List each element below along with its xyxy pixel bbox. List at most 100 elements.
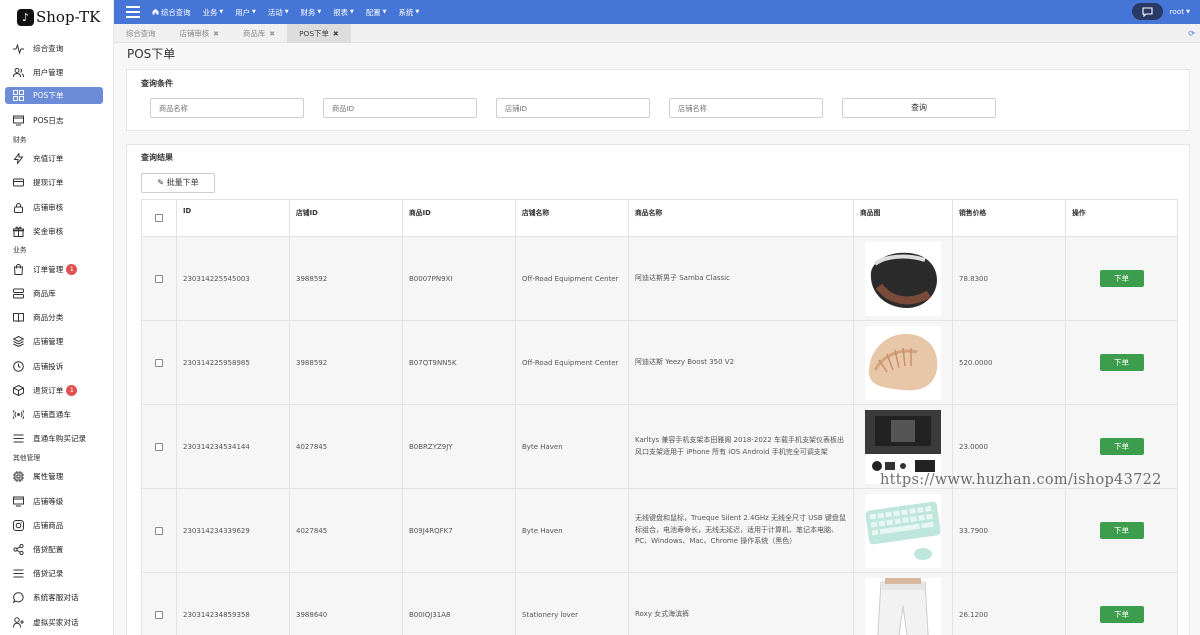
row-product-name: 无线键盘和鼠标，Trueque Silent 2.4GHz 无线全尺寸 USB … <box>635 513 846 546</box>
sidebar-item[interactable]: 商品库 <box>0 282 113 306</box>
grid-icon <box>13 90 24 102</box>
search-panel-title: 查询条件 <box>141 79 173 88</box>
close-icon[interactable]: ✖ <box>333 30 339 38</box>
page-tab[interactable]: 店铺审核 ✖ <box>168 24 231 43</box>
server-icon <box>13 288 24 299</box>
table-cell: Off-Road Equipment Center <box>515 236 629 321</box>
row-id: 230314234859358 <box>183 610 250 619</box>
page-tab-label: 综合查询 <box>126 29 156 38</box>
top-nav-item[interactable]: 业务 ▼ <box>203 7 224 18</box>
place-order-button[interactable]: 下单 <box>1099 606 1144 623</box>
product-id-input[interactable] <box>323 98 477 118</box>
place-order-button[interactable]: 下单 <box>1099 522 1144 539</box>
sidebar-item[interactable]: 借贷记录 <box>0 562 113 586</box>
sidebar-item[interactable]: 提现订单 <box>0 171 113 195</box>
place-order-button[interactable]: 下单 <box>1099 438 1144 455</box>
sidebar-item[interactable]: 系统客服对话 <box>0 586 113 610</box>
sidebar-item[interactable]: 充值订单 <box>0 147 113 171</box>
page-tab[interactable]: 综合查询 <box>114 24 168 43</box>
sidebar-item-label: 虚拟买家对话 <box>33 617 79 627</box>
sidebar-item-label: 店铺直通车 <box>33 410 71 420</box>
sidebar-item[interactable]: 商品分类 <box>0 306 113 330</box>
top-nav-label: 系统 <box>398 7 414 17</box>
shop-name-input[interactable] <box>669 98 823 118</box>
results-panel-title: 查询结果 <box>141 153 173 162</box>
chat-bubble-icon[interactable] <box>1132 3 1164 20</box>
top-nav-item[interactable]: 系统 ▼ <box>399 7 420 18</box>
sidebar-item[interactable]: 奖金审核 <box>0 219 113 243</box>
user-plus-icon <box>13 616 24 628</box>
row-checkbox[interactable] <box>155 526 163 535</box>
sidebar-item[interactable]: 虚拟买家对话 <box>0 610 113 634</box>
sidebar-item[interactable]: 订单管理 1 <box>0 257 113 281</box>
sidebar-item[interactable]: 属性管理 <box>0 465 113 489</box>
top-nav-item[interactable]: 综合查询 <box>152 7 191 18</box>
top-nav-item[interactable]: 活动 ▼ <box>268 7 289 18</box>
sidebar-item[interactable]: POS日志 <box>0 108 113 132</box>
table-cell: 230314234859358 <box>176 572 290 635</box>
activity-icon <box>13 42 24 54</box>
batch-order-label: 批量下单 <box>166 178 199 187</box>
sidebar-item[interactable]: 店铺商品 <box>0 513 113 537</box>
sidebar-item[interactable]: 店铺管理 <box>0 330 113 354</box>
table-cell: Byte Haven <box>515 488 629 573</box>
search-button[interactable]: 查询 <box>842 98 996 118</box>
refresh-icon[interactable]: ⟳ <box>1188 29 1195 38</box>
top-nav-item[interactable]: 用户 ▼ <box>235 7 256 18</box>
sidebar-item[interactable]: 店铺审核 <box>0 195 113 219</box>
table-cell <box>853 488 953 573</box>
top-nav-item[interactable]: 报表 ▼ <box>333 7 354 18</box>
sidebar-item-label: 属性管理 <box>33 472 64 482</box>
sidebar-item[interactable]: 退货订单 1 <box>0 378 113 402</box>
sidebar-item-label: 退货订单 <box>33 385 64 395</box>
row-checkbox[interactable] <box>155 442 163 451</box>
row-checkbox[interactable] <box>155 610 163 619</box>
shop-id-input[interactable] <box>496 98 650 118</box>
user-menu[interactable]: root ▼ <box>1132 3 1190 20</box>
top-nav-item[interactable]: 配置 ▼ <box>366 7 387 18</box>
sidebar-item[interactable]: 店铺投诉 <box>0 354 113 378</box>
chevron-down-icon: ▼ <box>350 9 354 15</box>
table-cell: 26.1200 <box>952 572 1066 635</box>
app-logo[interactable]: ♪ Shop-TK <box>0 0 113 34</box>
row-checkbox[interactable] <box>155 274 163 283</box>
column-header: 销售价格 <box>952 199 1066 237</box>
chevron-down-icon: ▼ <box>252 9 256 15</box>
column-header: 店铺ID <box>289 199 403 237</box>
sidebar-item[interactable]: 借贷配置 <box>0 537 113 561</box>
layers-icon <box>13 336 24 348</box>
close-icon[interactable]: ✖ <box>269 30 275 38</box>
sidebar-item-label: 店铺等级 <box>33 496 64 506</box>
close-icon[interactable]: ✖ <box>213 30 219 38</box>
page-tab[interactable]: POS下单 ✖ <box>287 24 351 43</box>
sidebar-item-label: 奖金审核 <box>33 226 64 236</box>
top-nav-item[interactable]: 财务 ▼ <box>301 7 322 18</box>
table-cell: 下单 <box>1065 488 1178 573</box>
top-nav-menu: 综合查询 业务 ▼ 用户 ▼ 活动 ▼ 财务 ▼ 报表 ▼ 配置 ▼ 系统 ▼ <box>152 7 431 18</box>
page-tab[interactable]: 商品库 ✖ <box>231 24 287 43</box>
row-checkbox[interactable] <box>155 358 163 367</box>
row-shop-id: 4027845 <box>296 526 328 535</box>
sidebar-item[interactable]: 店铺直通车 <box>0 402 113 426</box>
instagram-icon <box>13 519 24 531</box>
chevron-down-icon: ▼ <box>219 9 224 15</box>
product-name-input[interactable] <box>150 98 304 118</box>
batch-order-button[interactable]: ✎ 批量下单 <box>141 173 215 193</box>
sidebar-item[interactable]: 综合查询 <box>0 36 113 60</box>
select-all-checkbox[interactable] <box>155 214 163 222</box>
chevron-down-icon: ▼ <box>284 9 289 15</box>
table-cell: 3988592 <box>289 320 403 405</box>
sidebar-item[interactable]: POS下单 <box>5 87 103 105</box>
place-order-button[interactable]: 下单 <box>1099 354 1144 371</box>
sidebar-item[interactable]: 直通车购买记录 <box>0 427 113 451</box>
table-cell: 230314225545003 <box>176 236 290 321</box>
row-shop-id: 4027845 <box>296 442 328 451</box>
table-cell: 下单 <box>1065 572 1178 635</box>
sidebar-item[interactable]: 用户管理 <box>0 60 113 84</box>
row-shop-name: Byte Haven <box>522 526 563 535</box>
sidebar-item-label: 直通车购买记录 <box>33 434 87 444</box>
sidebar: ♪ Shop-TK 综合查询 用户管理 POS下单 POS日志 财务 充值订单 提现订单 店铺… <box>0 0 114 635</box>
sidebar-item[interactable]: 店铺等级 <box>0 489 113 513</box>
place-order-button[interactable]: 下单 <box>1099 270 1144 287</box>
menu-toggle-icon[interactable] <box>114 0 152 24</box>
